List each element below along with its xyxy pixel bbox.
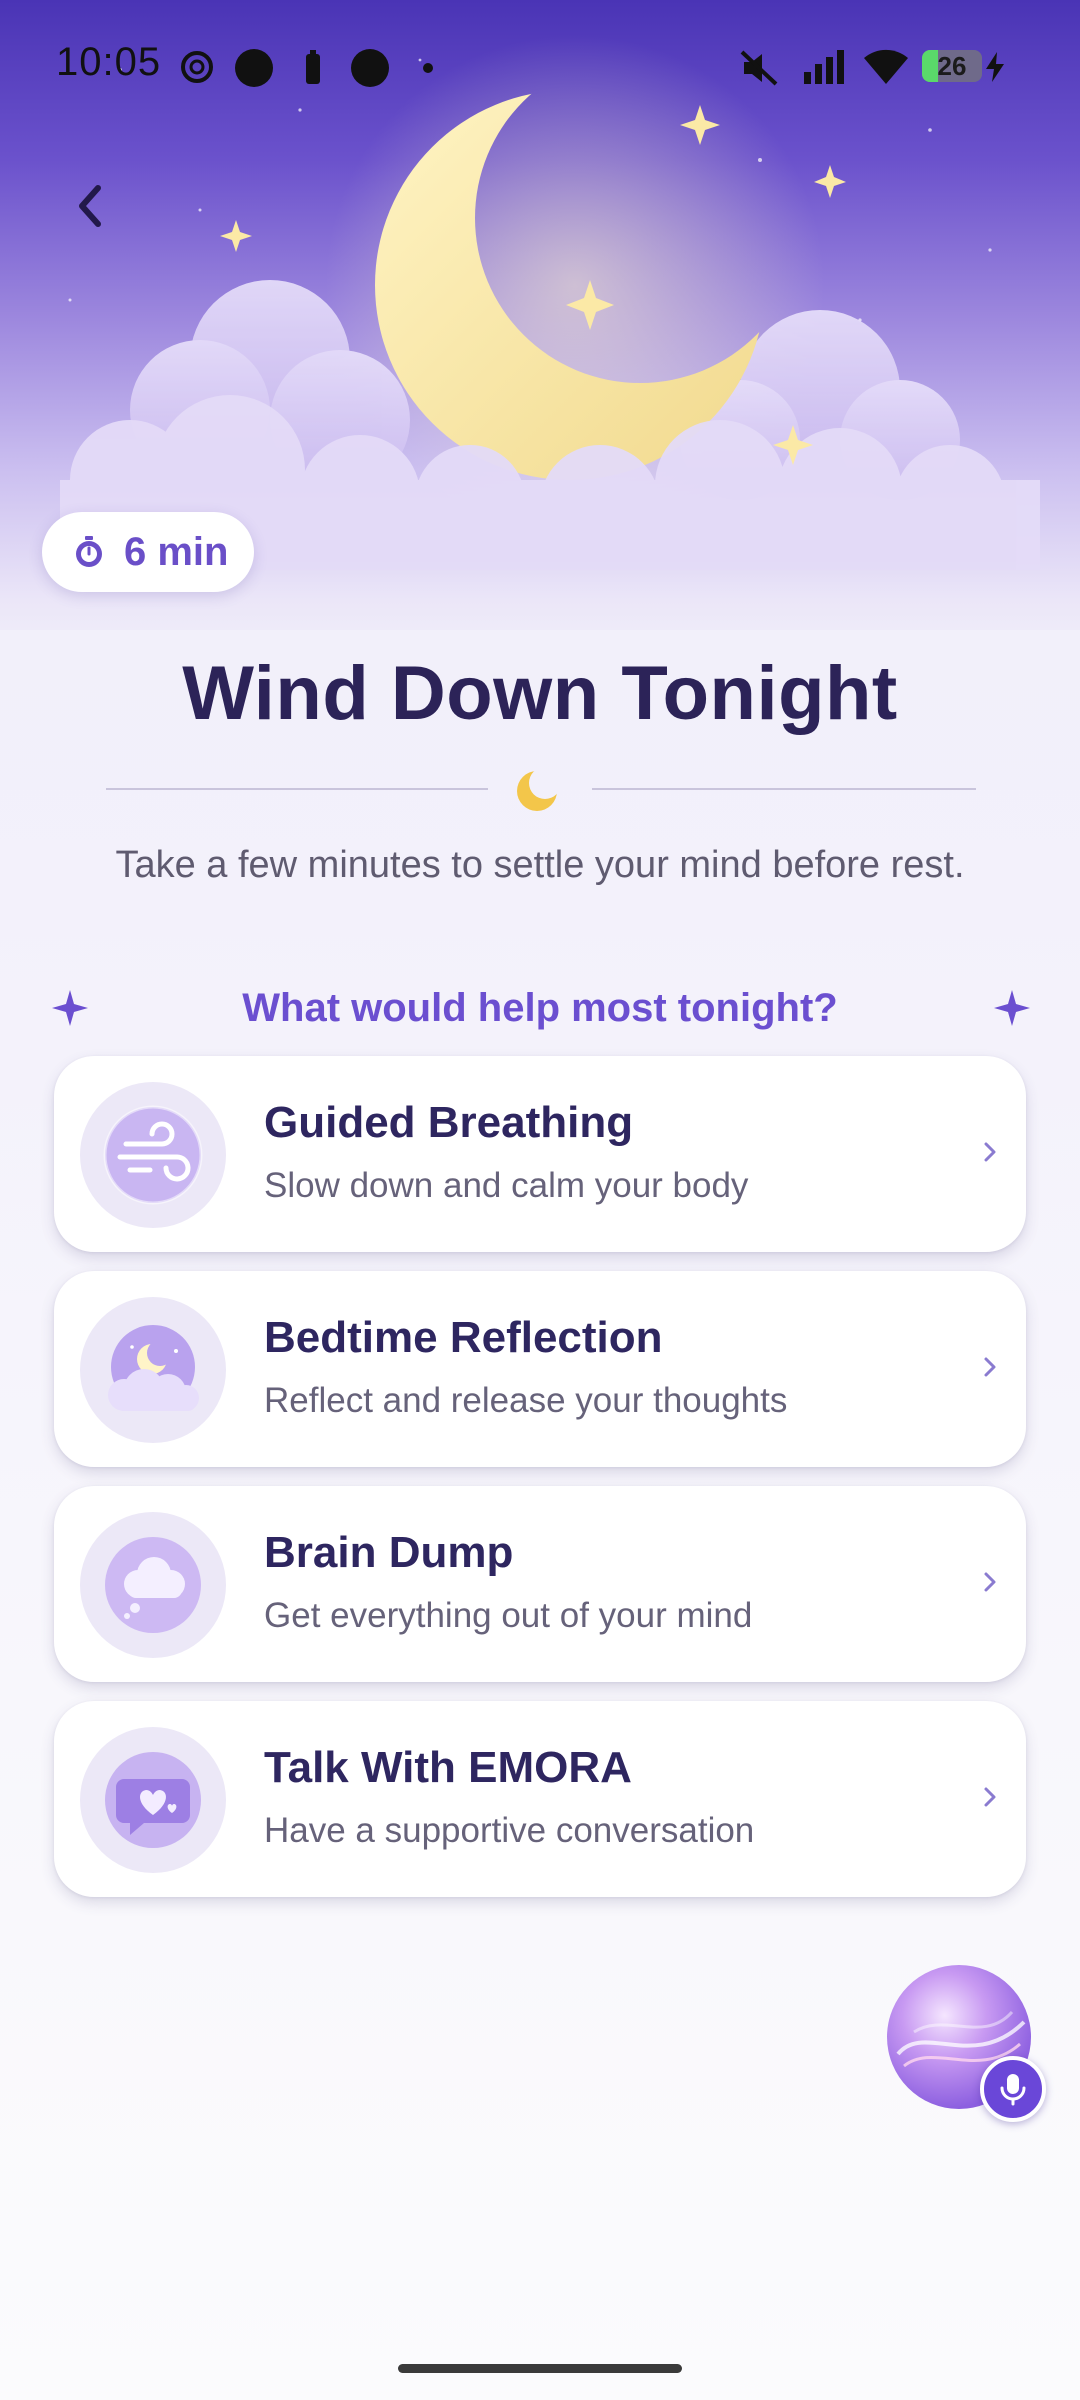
battery-icon: 26 (922, 50, 982, 82)
thought-cloud-icon (80, 1512, 226, 1658)
status-time: 10:05 (56, 40, 162, 84)
option-title: Talk With EMORA (264, 1743, 632, 1792)
option-brain-dump[interactable]: Brain Dump Get everything out of your mi… (54, 1486, 1026, 1682)
option-title: Brain Dump (264, 1528, 514, 1577)
duration-badge: 6 min (42, 512, 254, 592)
option-description: Have a supportive conversation (264, 1811, 755, 1850)
page-subtitle: Take a few minutes to settle your mind b… (115, 844, 965, 886)
back-button[interactable] (60, 170, 120, 240)
option-title: Guided Breathing (264, 1098, 634, 1147)
charging-icon (986, 52, 1004, 82)
home-indicator[interactable] (398, 2364, 682, 2373)
duration-label: 6 min (124, 529, 229, 574)
option-description: Reflect and release your thoughts (264, 1381, 788, 1420)
record-icon (351, 49, 389, 87)
divider-left (106, 788, 488, 790)
question-prompt: What would help most tonight? (242, 986, 838, 1030)
option-bedtime-reflection[interactable]: Bedtime Reflection Reflect and release y… (54, 1271, 1026, 1467)
crescent-moon-icon (517, 771, 557, 811)
option-description: Get everything out of your mind (264, 1596, 753, 1635)
chevron-right-icon (984, 1572, 996, 1592)
sparkle-icon (994, 990, 1030, 1026)
moon-cloud-icon (80, 1297, 226, 1443)
battery-percent: 26 (937, 51, 967, 81)
question-row: What would help most tonight? (0, 980, 1080, 1036)
record-icon (235, 49, 273, 87)
chevron-right-icon (984, 1787, 996, 1807)
heart-chat-icon (80, 1727, 226, 1873)
status-bar: 10:05 26 (0, 0, 1080, 136)
microphone-button[interactable] (980, 2056, 1046, 2122)
divider-right (592, 788, 976, 790)
signal-icon (804, 50, 844, 84)
wind-icon (80, 1082, 226, 1228)
chevron-right-icon (984, 1357, 996, 1377)
chevron-left-icon (79, 185, 101, 227)
page-title: Wind Down Tonight (182, 651, 898, 736)
openai-icon (181, 51, 213, 83)
mute-icon (740, 50, 778, 86)
option-guided-breathing[interactable]: Guided Breathing Slow down and calm your… (54, 1056, 1026, 1252)
option-talk-with-emora[interactable]: Talk With EMORA Have a supportive conver… (54, 1701, 1026, 1897)
timer-icon (76, 536, 102, 567)
chevron-right-icon (984, 1142, 996, 1162)
wifi-icon (864, 49, 908, 84)
dot-icon (423, 63, 433, 73)
battery-saver-icon (306, 50, 320, 84)
option-title: Bedtime Reflection (264, 1313, 663, 1362)
option-description: Slow down and calm your body (264, 1166, 749, 1205)
microphone-icon (1000, 2074, 1026, 2106)
